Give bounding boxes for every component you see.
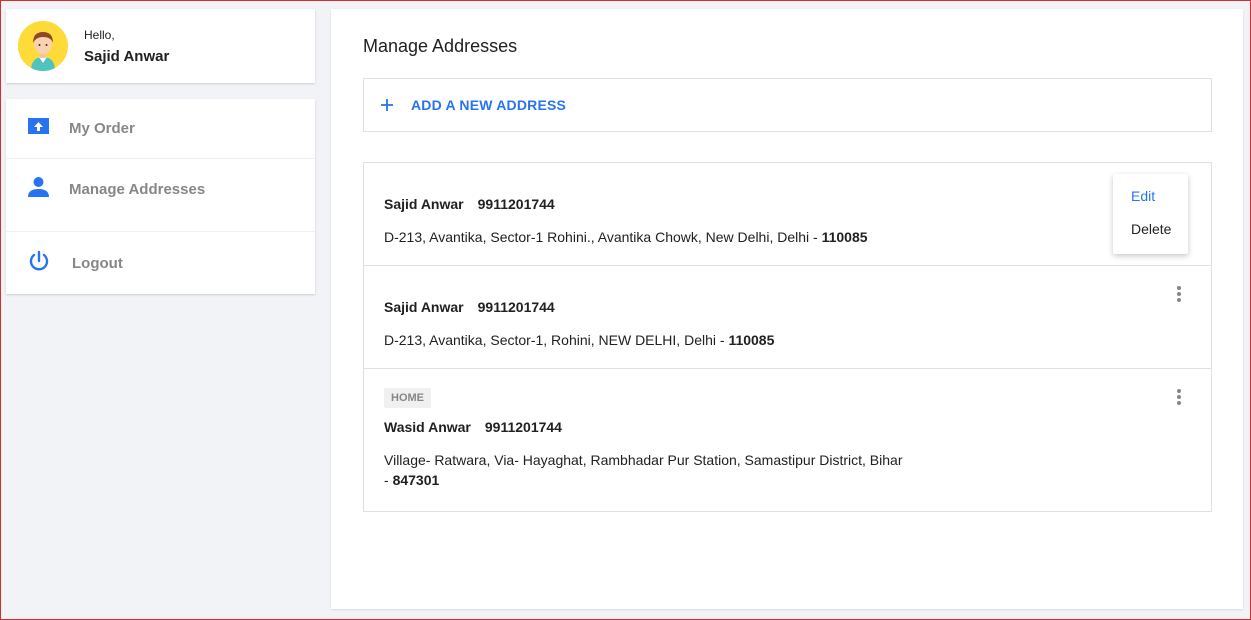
nav-label-manage-addresses: Manage Addresses bbox=[69, 180, 206, 198]
address-phone: 9911201744 bbox=[477, 299, 555, 315]
greeting-text: Hello, bbox=[84, 27, 115, 42]
power-icon bbox=[28, 250, 50, 277]
add-new-address-label: ADD A NEW ADDRESS bbox=[411, 97, 567, 113]
address-name-line: Sajid Anwar 9911201744 bbox=[384, 299, 1211, 315]
address-name-line: Sajid Anwar 9911201744 bbox=[384, 196, 1211, 212]
account-nav: My Order Manage Addresses Logout bbox=[6, 99, 315, 294]
nav-item-my-order[interactable]: My Order bbox=[6, 99, 315, 159]
add-new-address-button[interactable]: ADD A NEW ADDRESS bbox=[363, 78, 1212, 132]
address-type-badge: HOME bbox=[384, 388, 431, 408]
user-avatar-icon bbox=[18, 21, 68, 71]
address-name-line: Wasid Anwar 9911201744 bbox=[384, 419, 1211, 435]
user-name: Sajid Anwar bbox=[84, 47, 170, 65]
address-line: Village- Ratwara, Via- Hayaghat, Rambhad… bbox=[384, 452, 903, 488]
address-line: D-213, Avantika, Sector-1 Rohini., Avant… bbox=[384, 229, 822, 245]
address-list: Sajid Anwar 9911201744 D-213, Avantika, S… bbox=[363, 162, 1212, 512]
nav-item-manage-addresses[interactable]: Manage Addresses bbox=[6, 159, 315, 232]
more-options-icon[interactable] bbox=[1173, 286, 1185, 304]
main-panel: Manage Addresses ADD A NEW ADDRESS Sajid… bbox=[331, 9, 1243, 609]
profile-greeting: Hello, Sajid Anwar bbox=[84, 28, 169, 65]
address-item: Sajid Anwar 9911201744 D-213, Avantika, S… bbox=[364, 163, 1211, 266]
nav-label-logout: Logout bbox=[72, 254, 123, 272]
address-name: Sajid Anwar bbox=[384, 299, 464, 315]
page-title: Manage Addresses bbox=[363, 36, 518, 56]
address-pincode: 110085 bbox=[821, 229, 868, 245]
address-phone: 9911201744 bbox=[477, 196, 555, 212]
plus-icon bbox=[380, 94, 396, 116]
address-item: Sajid Anwar 9911201744 D-213, Avantika, S… bbox=[364, 266, 1211, 369]
address-actions-menu: Edit Delete bbox=[1113, 174, 1188, 254]
more-options-icon[interactable] bbox=[1173, 389, 1185, 407]
nav-item-logout[interactable]: Logout bbox=[6, 232, 315, 294]
address-text: D-213, Avantika, Sector-1 Rohini., Avant… bbox=[384, 227, 904, 247]
address-name: Wasid Anwar bbox=[384, 419, 471, 435]
orders-icon bbox=[28, 118, 49, 139]
address-phone: 9911201744 bbox=[484, 419, 562, 435]
address-text: Village- Ratwara, Via- Hayaghat, Rambhad… bbox=[384, 450, 904, 490]
address-line: D-213, Avantika, Sector-1, Rohini, NEW D… bbox=[384, 332, 729, 348]
address-name: Sajid Anwar bbox=[384, 196, 464, 212]
address-pincode: 110085 bbox=[728, 332, 775, 348]
address-text: D-213, Avantika, Sector-1, Rohini, NEW D… bbox=[384, 330, 904, 350]
address-item: HOME Wasid Anwar 9911201744 Village- Ratw… bbox=[364, 369, 1211, 511]
nav-label-my-order: My Order bbox=[69, 120, 135, 137]
sidebar: Hello, Sajid Anwar My Order Manage Addre… bbox=[6, 9, 315, 294]
user-icon bbox=[28, 176, 49, 202]
edit-menu-item[interactable]: Edit bbox=[1113, 188, 1188, 221]
address-pincode: 847301 bbox=[392, 472, 440, 488]
delete-menu-item[interactable]: Delete bbox=[1113, 221, 1188, 254]
profile-card: Hello, Sajid Anwar bbox=[6, 9, 315, 83]
